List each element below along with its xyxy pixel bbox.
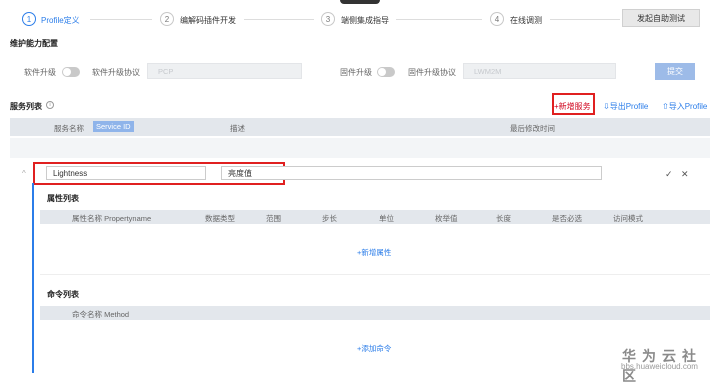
col-unit: 单位 xyxy=(379,214,394,223)
service-list-title: 服务列表 xyxy=(10,102,42,111)
col-last-modified: 最后修改时间 xyxy=(510,124,555,133)
col-method-name: 命令名称 Method xyxy=(72,310,130,319)
software-protocol-label: 软件升级协议 xyxy=(92,68,140,77)
firmware-upgrade-toggle[interactable] xyxy=(377,67,395,77)
import-icon: ⇧ xyxy=(662,102,669,111)
new-service-button[interactable]: +新增服务 xyxy=(554,101,591,112)
step-4-number[interactable]: 4 xyxy=(490,12,504,26)
confirm-icon[interactable]: ✓ xyxy=(665,169,673,180)
watermark-url: bbs.huaweicloud.com xyxy=(621,362,698,371)
step-connector xyxy=(396,19,482,20)
properties-title: 属性列表 xyxy=(47,194,79,203)
step-3-label[interactable]: 端侧集成指导 xyxy=(341,15,389,26)
software-protocol-field: PCP xyxy=(147,63,302,79)
expanded-indicator xyxy=(32,183,34,373)
divider xyxy=(40,274,710,275)
col-description: 描述 xyxy=(230,124,245,133)
firmware-upgrade-label: 固件升级 xyxy=(340,68,372,77)
commands-header xyxy=(40,306,710,320)
col-enum: 枚举值 xyxy=(435,214,458,223)
col-property-name: 属性名称 Propertyname xyxy=(72,214,152,223)
cancel-icon[interactable]: ✕ xyxy=(681,169,689,180)
collapse-icon[interactable]: ^ xyxy=(22,169,26,178)
col-required: 是否必选 xyxy=(552,214,582,223)
description-input[interactable]: 亮度值 xyxy=(221,166,602,180)
step-connector xyxy=(90,19,152,20)
col-step: 步长 xyxy=(322,214,337,223)
commands-title: 命令列表 xyxy=(47,290,79,299)
export-profile-button[interactable]: ⇩导出Profile xyxy=(603,101,648,112)
add-property-button[interactable]: +新增属性 xyxy=(357,247,391,258)
service-id-input[interactable]: Lightness xyxy=(46,166,206,180)
col-data-type: 数据类型 xyxy=(205,214,235,223)
software-upgrade-toggle[interactable] xyxy=(62,67,80,77)
info-icon[interactable]: i xyxy=(46,101,54,109)
step-4-label[interactable]: 在线调测 xyxy=(510,15,542,26)
software-upgrade-label: 软件升级 xyxy=(24,68,56,77)
col-service-name: 服务名称 xyxy=(54,124,84,133)
col-range: 范围 xyxy=(266,214,281,223)
step-2-number[interactable]: 2 xyxy=(160,12,174,26)
firmware-protocol-label: 固件升级协议 xyxy=(408,68,456,77)
col-service-id: Service ID xyxy=(93,121,134,132)
export-icon: ⇩ xyxy=(603,102,610,111)
step-3-number[interactable]: 3 xyxy=(321,12,335,26)
steps-bar: 1 Profile定义 2 编解码插件开发 3 端侧集成指导 4 在线调测 xyxy=(0,6,720,32)
col-length: 长度 xyxy=(496,214,511,223)
self-test-button[interactable]: 发起自助测试 xyxy=(622,9,700,27)
step-connector xyxy=(550,19,620,20)
step-connector xyxy=(244,19,314,20)
top-notch xyxy=(340,0,380,4)
export-profile-label: 导出Profile xyxy=(609,102,649,111)
col-access-mode: 访问模式 xyxy=(613,214,643,223)
empty-row xyxy=(10,138,710,158)
firmware-protocol-field: LWM2M xyxy=(463,63,616,79)
import-profile-button[interactable]: ⇧导入Profile xyxy=(662,101,707,112)
step-1-label[interactable]: Profile定义 xyxy=(41,15,80,26)
import-profile-label: 导入Profile xyxy=(668,102,708,111)
maintenance-title: 维护能力配置 xyxy=(10,39,58,48)
submit-button[interactable]: 提交 xyxy=(655,63,695,80)
add-command-button[interactable]: +添加命令 xyxy=(357,343,391,354)
step-1-number[interactable]: 1 xyxy=(22,12,36,26)
step-2-label[interactable]: 编解码插件开发 xyxy=(180,15,236,26)
